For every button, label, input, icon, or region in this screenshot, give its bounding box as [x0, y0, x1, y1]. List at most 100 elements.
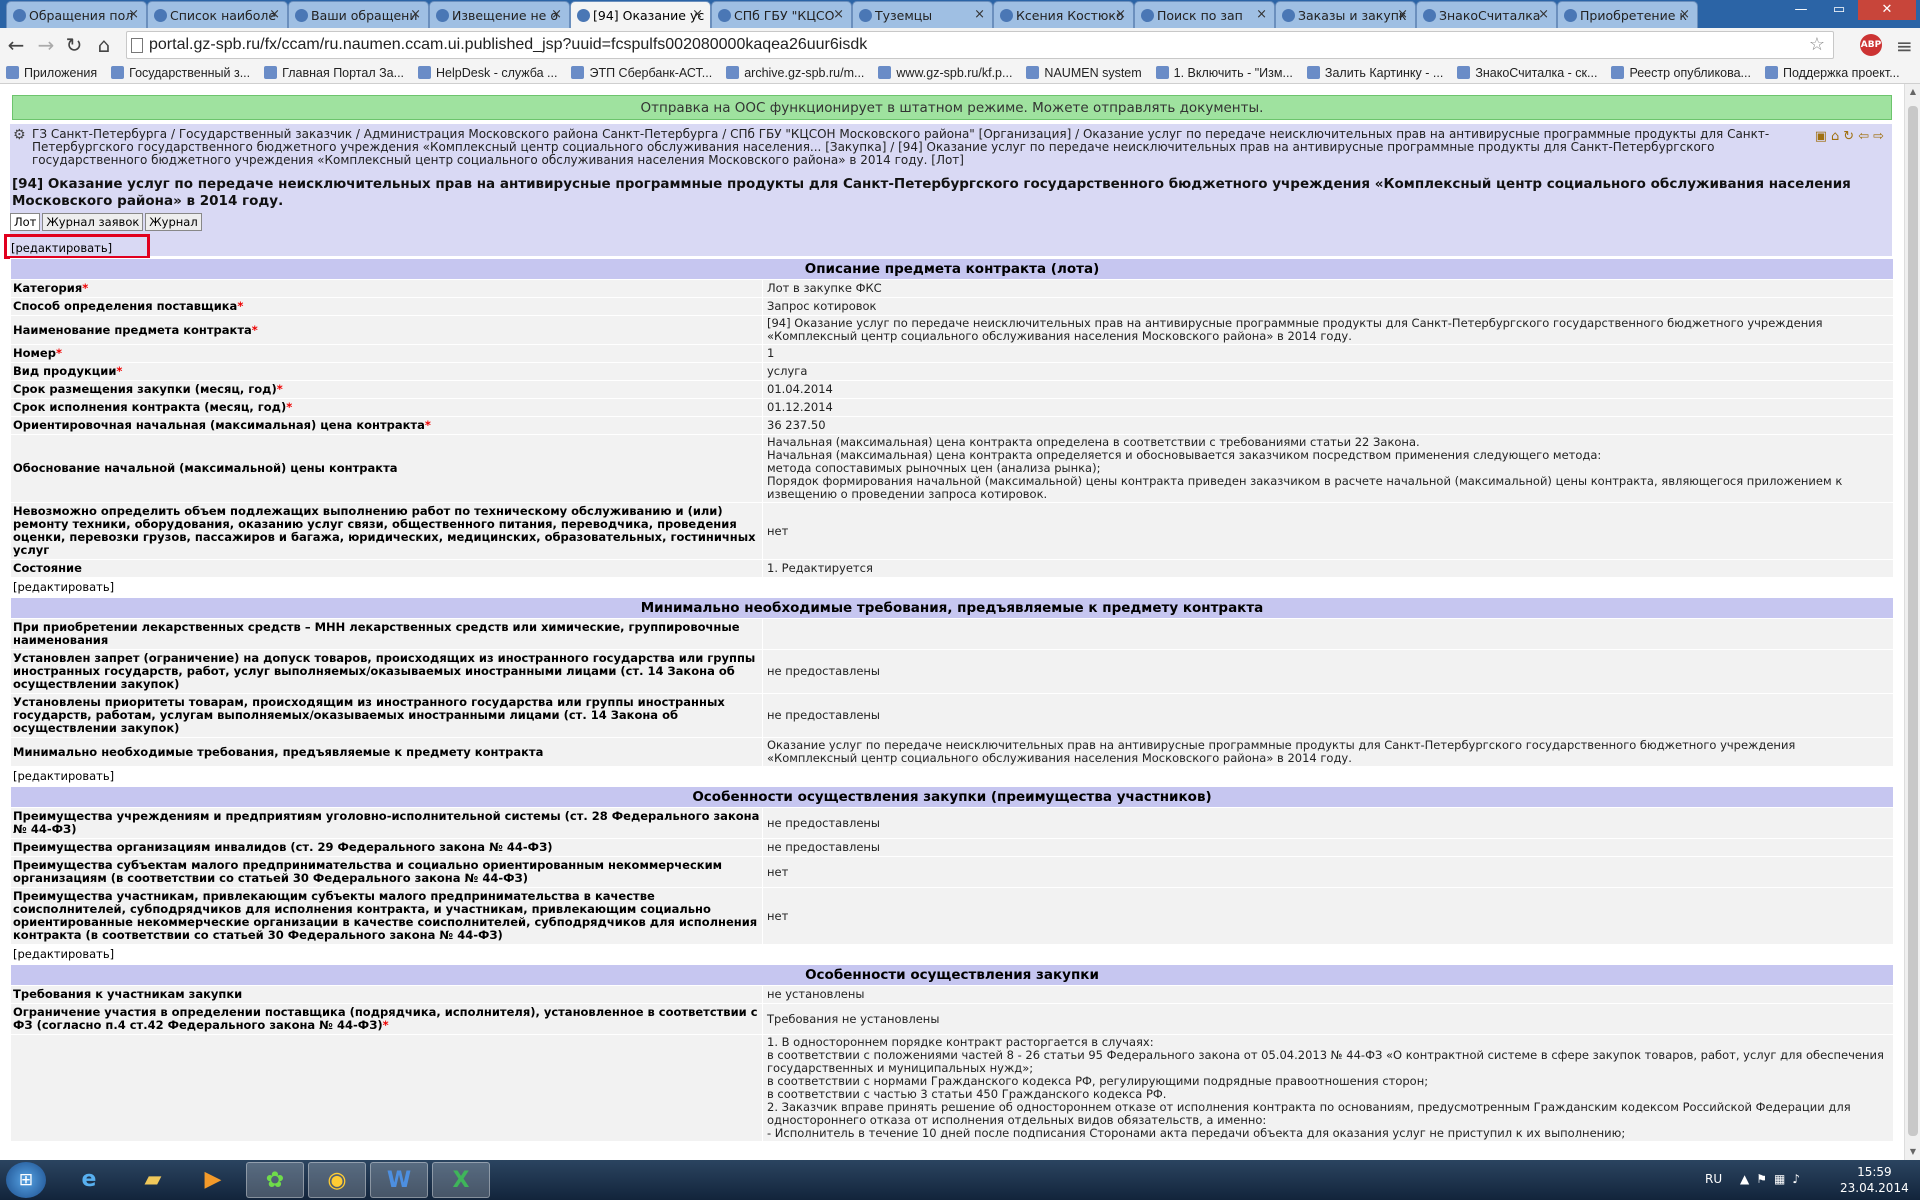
icq-icon[interactable]: ✿ — [246, 1162, 304, 1198]
section-title: Особенности осуществления закупки — [805, 966, 1099, 983]
bookmark-item[interactable]: Главная Портал За... — [258, 64, 412, 80]
bookmark-item[interactable]: ЗнакоСчиталка - ск... — [1451, 64, 1605, 80]
edit-link[interactable]: [редактировать] — [13, 947, 114, 961]
word-icon[interactable]: W — [370, 1162, 428, 1198]
browser-tab[interactable]: Заказы и закупк × — [1275, 1, 1416, 28]
language-indicator[interactable]: RU — [1705, 1172, 1722, 1186]
bookmark-item[interactable]: 1. Включить - "Изм... — [1150, 64, 1301, 80]
lot-tab[interactable]: Журнал заявок — [42, 213, 144, 231]
refresh-icon[interactable]: ↻ — [1843, 129, 1858, 144]
lot-tab[interactable]: Лот — [10, 213, 41, 231]
close-window-icon[interactable]: ✕ — [1858, 0, 1916, 20]
section-title: Особенности осуществления закупки (преим… — [692, 788, 1212, 805]
bookmark-item[interactable]: www.gz-spb.ru/kf.p... — [872, 64, 1020, 80]
browser-tabstrip: Обращения пол × Список наиболе × Ваши обраще… — [0, 0, 1920, 28]
tree-icon[interactable]: ⚙ — [13, 128, 26, 142]
table-row: Состояние 1. Редактируется — [10, 559, 1894, 578]
bookmark-star-icon[interactable]: ☆ — [1809, 34, 1825, 55]
minimize-icon[interactable]: — — [1782, 0, 1820, 20]
field-label: Состояние — [13, 561, 82, 575]
tab-favicon — [577, 9, 590, 22]
bookmark-item[interactable]: Государственный з... — [105, 64, 258, 80]
lot-tab[interactable]: Журнал — [145, 213, 202, 231]
browser-tab[interactable]: Приобретение к × — [1557, 1, 1698, 28]
browser-tab[interactable]: ЗнакоСчиталка × — [1416, 1, 1557, 28]
bookmark-item[interactable]: Реестр опубликова... — [1605, 64, 1759, 80]
bookmark-item[interactable]: Поддержка проект... — [1759, 64, 1908, 80]
folder-icon[interactable]: ▣ — [1815, 129, 1831, 144]
home-icon[interactable]: ⌂ — [1831, 129, 1843, 144]
show-hidden-icon[interactable]: ▲ — [1740, 1172, 1756, 1186]
volume-icon[interactable]: ♪ — [1792, 1172, 1807, 1186]
bookmark-item[interactable]: ЭТП Сбербанк-АСТ... — [565, 64, 720, 80]
bookmark-label: Поддержка проект... — [1782, 66, 1900, 80]
browser-tab[interactable]: Список наиболе × — [147, 1, 288, 28]
field-value: нет — [767, 864, 789, 879]
scroll-down-icon[interactable]: ▼ — [1905, 1144, 1920, 1160]
close-icon[interactable]: × — [833, 7, 844, 22]
network-icon[interactable]: ▦ — [1774, 1172, 1792, 1186]
close-icon[interactable]: × — [1397, 7, 1408, 22]
browser-tab[interactable]: Извещение не о × — [429, 1, 570, 28]
arrow-left-icon[interactable]: ⇦ — [1858, 129, 1873, 144]
bookmark-item[interactable]: archive.gz-spb.ru/m... — [720, 64, 872, 80]
edit-link[interactable]: [редактировать] — [13, 580, 114, 594]
edit-link[interactable]: [редактировать] — [13, 769, 114, 783]
file-explorer-icon[interactable]: ▰ — [124, 1162, 182, 1198]
browser-tab[interactable]: [94] Оказание ус × — [570, 1, 711, 28]
close-icon[interactable]: × — [692, 7, 703, 22]
browser-tab[interactable]: Ксения Костюко × — [993, 1, 1134, 28]
table-row: Номер* 1 — [10, 344, 1894, 363]
bookmark-item[interactable]: HelpDesk - служба ... — [412, 64, 565, 80]
arrow-right-icon[interactable]: ⇨ — [1873, 129, 1888, 144]
close-icon[interactable]: × — [974, 7, 985, 22]
adblock-icon[interactable]: ABP — [1860, 34, 1882, 56]
browser-tab[interactable]: Обращения пол × — [6, 1, 147, 28]
browser-tab[interactable]: Туземцы × — [852, 1, 993, 28]
url-input[interactable]: portal.gz-spb.ru/fx/ccam/ru.naumen.ccam.… — [126, 31, 1834, 59]
home-icon[interactable]: ⌂ — [92, 34, 116, 58]
forward-icon[interactable]: → — [34, 34, 58, 58]
table-row: Срок исполнения контракта (месяц, год)* 0… — [10, 398, 1894, 417]
required-marker: * — [82, 281, 89, 295]
scrollbar-thumb[interactable] — [1908, 106, 1918, 1136]
field-label: Установлены приоритеты товарам, происход… — [13, 695, 725, 735]
field-label: Обоснование начальной (максимальной) цен… — [13, 461, 398, 475]
reload-icon[interactable]: ↻ — [62, 34, 86, 58]
flag-icon[interactable]: ⚑ — [1756, 1172, 1774, 1186]
media-player-icon[interactable]: ▶ — [184, 1162, 242, 1198]
clock[interactable]: 15:59 23.04.2014 — [1840, 1164, 1909, 1196]
excel-icon[interactable]: X — [432, 1162, 490, 1198]
windows-start-icon[interactable]: ⊞ — [6, 1162, 46, 1198]
tab-favicon — [1000, 9, 1013, 22]
close-icon[interactable]: × — [1256, 7, 1267, 22]
close-icon[interactable]: × — [1538, 7, 1549, 22]
browser-menu-icon[interactable]: ≡ — [1896, 34, 1913, 58]
close-icon[interactable]: × — [128, 7, 139, 22]
browser-tab[interactable]: Поиск по зап × — [1134, 1, 1275, 28]
bookmark-item[interactable]: NAUMEN system — [1020, 64, 1149, 80]
vertical-scrollbar[interactable]: ▲ ▼ — [1904, 84, 1920, 1160]
scroll-up-icon[interactable]: ▲ — [1905, 84, 1920, 100]
browser-tab[interactable]: СПб ГБУ "КЦСО × — [711, 1, 852, 28]
chrome-icon[interactable]: ◉ — [308, 1162, 366, 1198]
close-icon[interactable]: × — [1679, 7, 1690, 22]
close-icon[interactable]: × — [410, 7, 421, 22]
field-value: не предоставлены — [767, 840, 881, 854]
edit-link[interactable]: [редактировать] — [7, 237, 147, 255]
clock-date: 23.04.2014 — [1840, 1181, 1909, 1195]
maximize-icon[interactable]: ▭ — [1820, 0, 1858, 20]
browser-tab[interactable]: Ваши обращени × — [288, 1, 429, 28]
bookmark-item[interactable]: Приложения — [0, 64, 105, 80]
back-icon[interactable]: ← — [4, 34, 28, 58]
close-icon[interactable]: × — [269, 7, 280, 22]
bookmark-item[interactable]: Залить Картинку - ... — [1301, 64, 1451, 80]
required-marker: * — [237, 299, 244, 313]
close-icon[interactable]: × — [1115, 7, 1126, 22]
page-tools: ▣⌂↻⇦⇨ — [1815, 130, 1888, 143]
bookmark-favicon-icon — [1764, 66, 1778, 79]
close-icon[interactable]: × — [551, 7, 562, 22]
bookmark-favicon-icon — [726, 66, 740, 79]
internet-explorer-icon[interactable]: e — [60, 1162, 118, 1198]
breadcrumb-text[interactable]: ГЗ Санкт-Петербурга / Государственный за… — [32, 127, 1769, 167]
